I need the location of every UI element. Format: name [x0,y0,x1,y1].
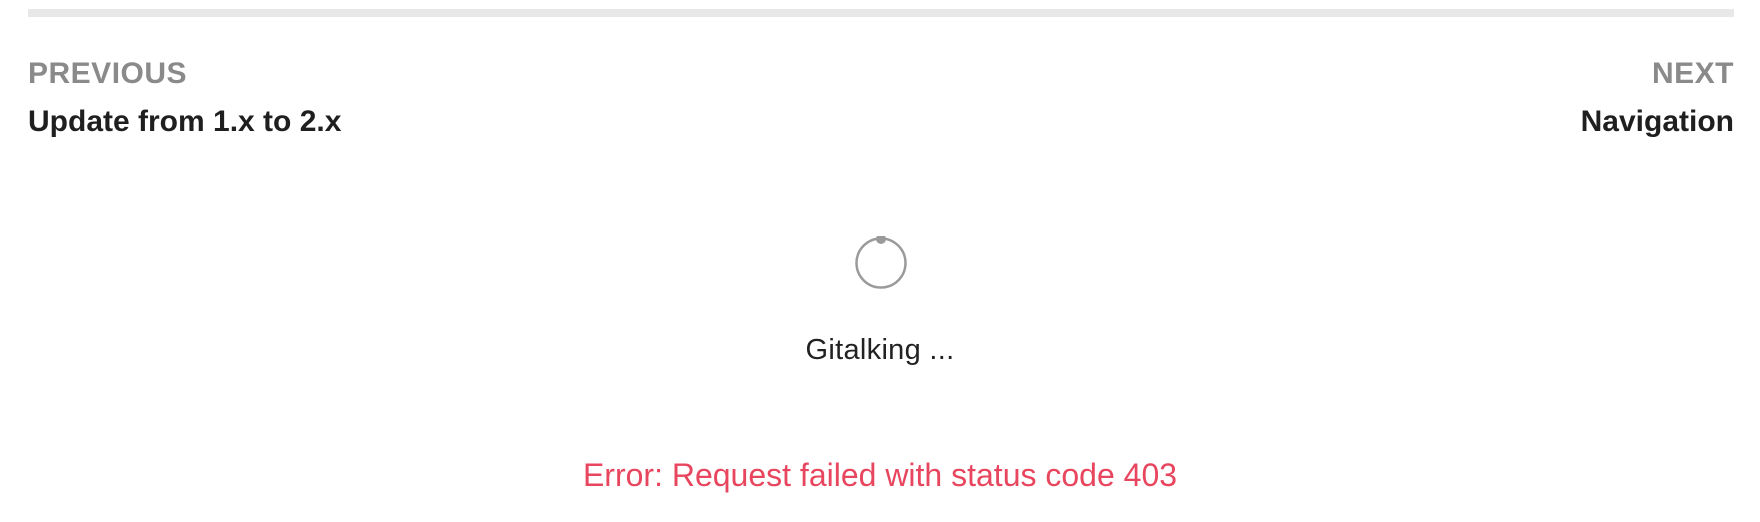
loading-spinner-icon [855,236,907,289]
divider [28,9,1734,17]
error-message: Error: Request failed with status code 4… [582,457,1178,493]
previous-page-title: Update from 1.x to 2.x [28,105,342,138]
loading-status-text: Gitalking ... [805,334,955,366]
previous-label: PREVIOUS [28,57,188,90]
next-page-link[interactable]: NEXT Navigation [1581,56,1734,140]
next-label: NEXT [1651,57,1734,90]
previous-page-link[interactable]: PREVIOUS Update from 1.x to 2.x [28,56,341,140]
next-page-title: Navigation [1580,105,1734,138]
